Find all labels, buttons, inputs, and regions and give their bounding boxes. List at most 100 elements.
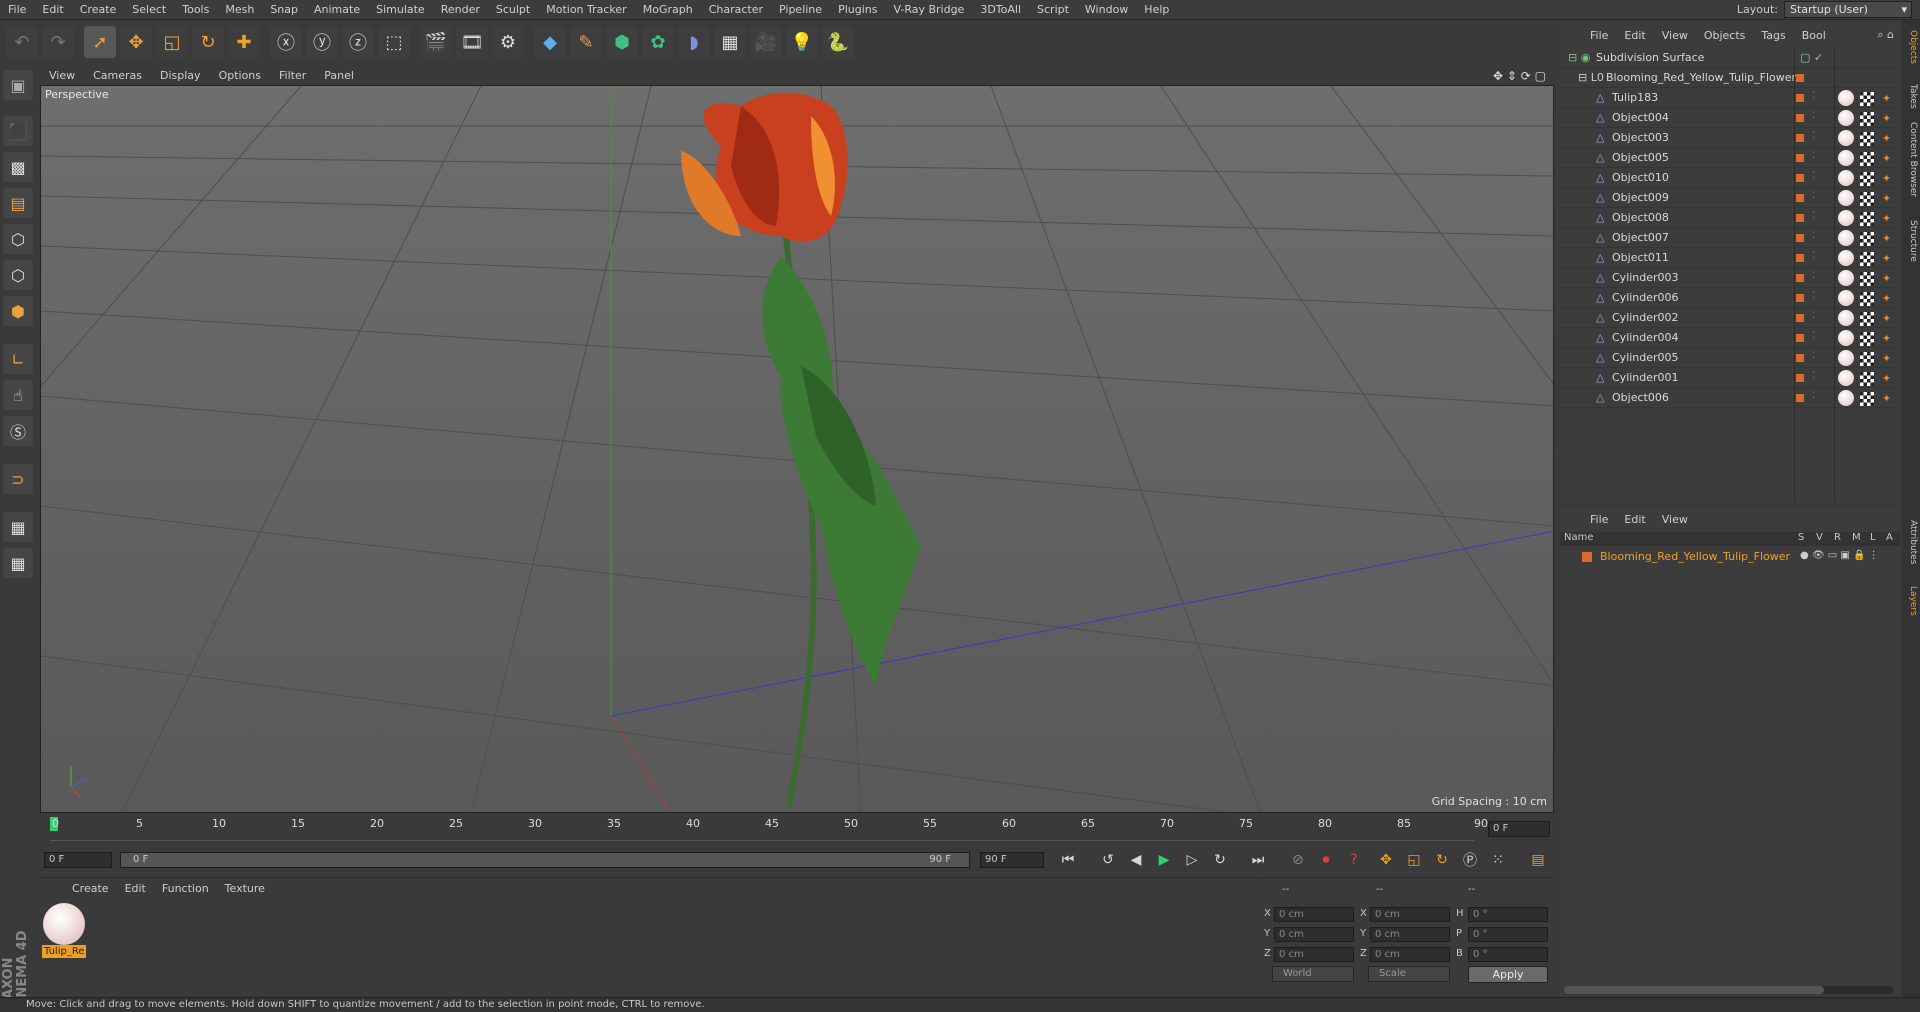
- menu-file[interactable]: File: [0, 0, 34, 20]
- material-tag-icon[interactable]: [1838, 390, 1854, 406]
- viewport-nav-icons[interactable]: ✥ ⇕ ⟳ ▢: [1493, 69, 1554, 83]
- enabled-check-icon[interactable]: ▢ ✓: [1800, 51, 1823, 64]
- object-row[interactable]: △ Object004 ⁚ ✦: [1560, 108, 1900, 128]
- pen-spline-icon[interactable]: ✎: [570, 26, 602, 58]
- layer-color-swatch[interactable]: [1796, 214, 1804, 222]
- edges-mode-icon[interactable]: ⬡: [3, 260, 33, 290]
- key-pla-icon[interactable]: ⁙: [1486, 849, 1510, 871]
- phong-tag-icon[interactable]: ✦: [1882, 212, 1891, 225]
- size-x-field[interactable]: 0 cm: [1370, 907, 1450, 922]
- move-tool-icon[interactable]: ✥: [120, 26, 152, 58]
- layer-color-swatch[interactable]: [1796, 334, 1804, 342]
- menu-simulate[interactable]: Simulate: [368, 0, 433, 20]
- current-frame-field[interactable]: 0 F: [1488, 821, 1550, 837]
- tab-layers[interactable]: Layers: [1904, 586, 1918, 616]
- visibility-dots-icon[interactable]: ⁚: [1812, 211, 1815, 221]
- rotation-b-field[interactable]: 0 °: [1468, 947, 1548, 962]
- menu-vray-bridge[interactable]: V-Ray Bridge: [885, 0, 972, 20]
- lm-menu-file[interactable]: File: [1582, 513, 1616, 526]
- visibility-dots-icon[interactable]: ⁚: [1812, 91, 1815, 101]
- coordinate-space-dropdown[interactable]: World: [1272, 966, 1354, 982]
- tab-attributes[interactable]: Attributes: [1904, 520, 1918, 564]
- om-menu-view[interactable]: View: [1654, 29, 1696, 42]
- visibility-dots-icon[interactable]: ⁚: [1812, 351, 1815, 361]
- uvw-tag-icon[interactable]: [1860, 312, 1874, 326]
- layer-color-swatch[interactable]: [1796, 134, 1804, 142]
- uvw-tag-icon[interactable]: [1860, 172, 1874, 186]
- lm-menu-edit[interactable]: Edit: [1616, 513, 1653, 526]
- texture-mode-icon[interactable]: ▩: [3, 152, 33, 182]
- viewport-menu-options[interactable]: Options: [210, 69, 270, 82]
- uvw-tag-icon[interactable]: [1860, 252, 1874, 266]
- phong-tag-icon[interactable]: ✦: [1882, 332, 1891, 345]
- material-tag-icon[interactable]: [1838, 170, 1854, 186]
- material-menu-function[interactable]: Function: [154, 882, 217, 895]
- uvw-tag-icon[interactable]: [1860, 332, 1874, 346]
- y-axis-lock-icon[interactable]: ⓨ: [306, 26, 338, 58]
- tab-takes[interactable]: Takes: [1904, 84, 1918, 109]
- render-settings-icon[interactable]: ⚙: [492, 26, 524, 58]
- om-menu-edit[interactable]: Edit: [1616, 29, 1653, 42]
- visibility-dots-icon[interactable]: ⁚: [1812, 231, 1815, 241]
- solo-mode-icon[interactable]: Ⓢ: [3, 416, 33, 446]
- go-to-end-icon[interactable]: ⏭: [1246, 849, 1270, 871]
- workplane-lock-icon[interactable]: ▦: [3, 512, 33, 542]
- axis-mode-icon[interactable]: ∟: [3, 344, 33, 374]
- phong-tag-icon[interactable]: ✦: [1882, 132, 1891, 145]
- position-y-field[interactable]: 0 cm: [1274, 927, 1354, 942]
- tweak-mode-icon[interactable]: ☝: [3, 380, 33, 410]
- render-picture-viewer-icon[interactable]: 🎞: [456, 26, 488, 58]
- range-slider[interactable]: 0 F 90 F: [120, 852, 970, 868]
- phong-tag-icon[interactable]: ✦: [1882, 272, 1891, 285]
- viewport-menu-cameras[interactable]: Cameras: [84, 69, 151, 82]
- timeline-track[interactable]: 0 5 10 15 20 25 30 35 40 45 50 55 60 65 …: [50, 815, 1488, 841]
- menu-create[interactable]: Create: [72, 0, 125, 20]
- viewport-menu-display[interactable]: Display: [151, 69, 210, 82]
- visibility-dots-icon[interactable]: ⁚: [1812, 311, 1815, 321]
- visibility-dots-icon[interactable]: ⁚: [1812, 191, 1815, 201]
- uvw-tag-icon[interactable]: [1860, 392, 1874, 406]
- menu-sculpt[interactable]: Sculpt: [488, 0, 538, 20]
- material-menu-create[interactable]: Create: [64, 882, 117, 895]
- menu-animate[interactable]: Animate: [306, 0, 368, 20]
- object-row-group[interactable]: ⊟ L0 Blooming_Red_Yellow_Tulip_Flower: [1560, 68, 1900, 88]
- material-tag-icon[interactable]: [1838, 110, 1854, 126]
- uvw-tag-icon[interactable]: [1860, 372, 1874, 386]
- phong-tag-icon[interactable]: ✦: [1882, 352, 1891, 365]
- material-tag-icon[interactable]: [1838, 250, 1854, 266]
- layer-color-swatch[interactable]: [1796, 154, 1804, 162]
- visibility-dots-icon[interactable]: ⁚: [1812, 291, 1815, 301]
- menu-window[interactable]: Window: [1077, 0, 1136, 20]
- phong-tag-icon[interactable]: ✦: [1882, 312, 1891, 325]
- uvw-tag-icon[interactable]: [1860, 112, 1874, 126]
- size-y-field[interactable]: 0 cm: [1370, 927, 1450, 942]
- redo-icon[interactable]: ↷: [42, 26, 74, 58]
- array-generator-icon[interactable]: ✿: [642, 26, 674, 58]
- uvw-tag-icon[interactable]: [1860, 292, 1874, 306]
- key-parameter-icon[interactable]: Ⓟ: [1458, 849, 1482, 871]
- layer-color-swatch[interactable]: [1796, 114, 1804, 122]
- select-tool-icon[interactable]: ➚: [84, 26, 116, 58]
- layer-color-swatch[interactable]: [1796, 374, 1804, 382]
- object-row[interactable]: △ Object008 ⁚ ✦: [1560, 208, 1900, 228]
- play-icon[interactable]: ▶: [1152, 849, 1176, 871]
- rotation-p-field[interactable]: 0 °: [1468, 927, 1548, 942]
- uvw-tag-icon[interactable]: [1860, 192, 1874, 206]
- om-menu-bool[interactable]: Bool: [1794, 29, 1834, 42]
- layer-color-swatch[interactable]: [1796, 274, 1804, 282]
- visibility-dots-icon[interactable]: ⁚: [1812, 131, 1815, 141]
- object-row[interactable]: △ Object009 ⁚ ✦: [1560, 188, 1900, 208]
- rotate-tool-icon[interactable]: ↻: [192, 26, 224, 58]
- tab-content-browser[interactable]: Content Browser: [1904, 122, 1918, 197]
- layer-color-swatch[interactable]: [1796, 254, 1804, 262]
- material-tag-icon[interactable]: [1838, 310, 1854, 326]
- phong-tag-icon[interactable]: ✦: [1882, 172, 1891, 185]
- layer-color-swatch[interactable]: [1796, 194, 1804, 202]
- material-tag-icon[interactable]: [1838, 150, 1854, 166]
- menu-3dtoall[interactable]: 3DToAll: [972, 0, 1029, 20]
- model-mode-icon[interactable]: ⬛: [3, 116, 33, 146]
- layer-color-swatch[interactable]: [1582, 552, 1592, 562]
- menu-plugins[interactable]: Plugins: [830, 0, 885, 20]
- layer-color-swatch[interactable]: [1796, 354, 1804, 362]
- uvw-tag-icon[interactable]: [1860, 272, 1874, 286]
